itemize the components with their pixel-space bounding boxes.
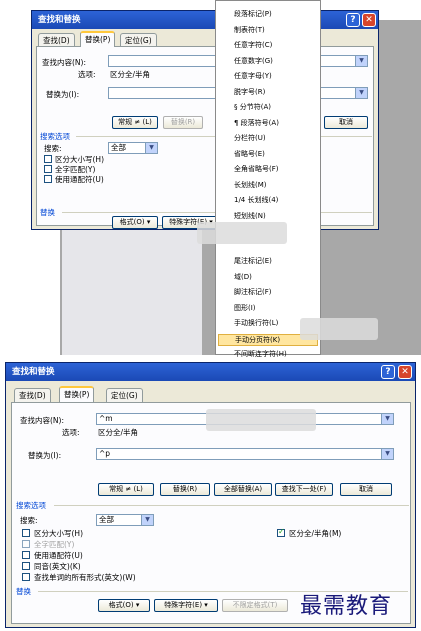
search-label: 搜索: — [44, 144, 62, 153]
special-button[interactable]: 特殊字符(E) ▾ — [154, 599, 218, 612]
options-value: 区分全/半角 — [110, 70, 151, 79]
find-replace-dialog-top: 查找和替换 ? ✕ 查找(D) 替换(P) 定位(G) 查找内容(N): ▼ 选… — [31, 10, 379, 230]
special-characters-menu: 段落标记(P) 制表符(T) 任意字符(C) 任意数字(G) 任意字母(Y) 脱字号(R)… — [215, 0, 321, 358]
format-button[interactable]: 格式(O) ▾ — [98, 599, 150, 612]
blurred-region — [197, 222, 287, 244]
less-button[interactable]: 常规 ≠ (L) — [112, 116, 158, 129]
case-checkbox[interactable] — [22, 529, 30, 537]
search-options-heading: 搜索选项 — [16, 501, 46, 510]
tab-find[interactable]: 查找(D) — [14, 388, 51, 402]
replace-label: 替换为(I): — [46, 90, 80, 99]
menu-item[interactable]: 分栏符(U) — [234, 133, 266, 143]
whole-word-checkbox[interactable] — [44, 165, 52, 173]
find-value: ^m — [99, 414, 113, 423]
search-select[interactable]: 全部 ▼ — [96, 514, 154, 526]
document-page — [62, 230, 202, 355]
replace-section-heading: 替换 — [16, 587, 31, 596]
menu-item[interactable]: 省略号(E) — [234, 149, 265, 159]
menu-item[interactable]: § 分节符(A) — [234, 102, 271, 112]
tab-goto[interactable]: 定位(G) — [106, 388, 143, 402]
find-label: 查找内容(N): — [42, 58, 86, 67]
blurred-region — [206, 409, 316, 431]
close-icon[interactable]: ✕ — [362, 13, 376, 27]
menu-item[interactable]: 脚注标记(F) — [234, 287, 272, 297]
search-select[interactable]: 全部 ▼ — [108, 142, 158, 154]
menu-item[interactable]: 任意字母(Y) — [234, 71, 272, 81]
search-label: 搜索: — [20, 516, 38, 525]
tab-find[interactable]: 查找(D) — [38, 33, 75, 47]
menu-item[interactable]: 长划线(M) — [234, 180, 267, 190]
less-button[interactable]: 常规 ≠ (L) — [98, 483, 154, 496]
case-checkbox[interactable] — [44, 155, 52, 163]
watermark: 最需教育 — [300, 594, 393, 619]
case-label: 区分大小写(H) — [34, 529, 83, 538]
all-forms-label: 查找单词的所有形式(英文)(W) — [34, 573, 136, 582]
wildcard-checkbox[interactable] — [22, 551, 30, 559]
search-value: 全部 — [99, 515, 114, 524]
all-forms-checkbox[interactable] — [22, 573, 30, 581]
replace-input[interactable]: ^p ▼ — [96, 448, 394, 460]
wildcard-label: 使用通配符(U) — [34, 551, 83, 560]
menu-item[interactable]: 域(D) — [234, 272, 252, 282]
chevron-down-icon[interactable]: ▼ — [355, 56, 367, 66]
chevron-down-icon[interactable]: ▼ — [145, 143, 157, 153]
menu-item[interactable]: 任意字符(C) — [234, 40, 272, 50]
menu-item[interactable]: 手动换行符(L) — [234, 318, 278, 328]
replace-label: 替换为(I): — [28, 451, 62, 460]
whole-word-checkbox[interactable] — [22, 540, 30, 548]
search-options-heading: 搜索选项 — [40, 132, 70, 141]
replace-value: ^p — [99, 449, 111, 458]
menu-item[interactable]: 不间断连字符(H) — [234, 349, 287, 359]
menu-item[interactable]: 图形(I) — [234, 303, 256, 313]
homophone-checkbox[interactable] — [22, 562, 30, 570]
menu-item[interactable]: ¶ 段落符号(A) — [234, 118, 279, 128]
tab-replace[interactable]: 替换(P) — [80, 31, 116, 47]
menu-item[interactable]: 短划线(N) — [234, 211, 266, 221]
find-next-button[interactable]: 查找下一处(F) — [275, 483, 333, 496]
options-label: 选项: — [62, 428, 80, 437]
menu-item[interactable]: 制表符(T) — [234, 25, 265, 35]
options-label: 选项: — [78, 70, 96, 79]
replace-button[interactable]: 替换(R) — [163, 116, 203, 129]
width-checkbox[interactable] — [277, 527, 285, 537]
find-label: 查找内容(N): — [20, 416, 64, 425]
wildcard-label: 使用通配符(U) — [55, 175, 104, 184]
cancel-button[interactable]: 取消 — [340, 483, 392, 496]
cancel-button[interactable]: 取消 — [324, 116, 368, 129]
tab-goto[interactable]: 定位(G) — [120, 33, 157, 47]
chevron-down-icon[interactable]: ▼ — [141, 515, 153, 525]
blurred-region — [300, 318, 378, 340]
replace-all-button[interactable]: 全部替换(A) — [214, 483, 272, 496]
menu-item[interactable]: 尾注标记(E) — [234, 256, 272, 266]
format-button[interactable]: 格式(O) ▾ — [112, 216, 158, 229]
menu-item[interactable]: 段落标记(P) — [234, 9, 272, 19]
whole-word-label: 全字匹配(Y) — [34, 540, 75, 549]
options-value: 区分全/半角 — [98, 428, 139, 437]
no-format-button[interactable]: 不限定格式(T) — [222, 599, 288, 612]
chevron-down-icon[interactable]: ▼ — [381, 414, 393, 424]
menu-item[interactable]: 脱字号(R) — [234, 87, 265, 97]
help-icon[interactable]: ? — [346, 13, 360, 27]
dialog-title: 查找和替换 — [32, 11, 378, 29]
replace-button[interactable]: 替换(R) — [160, 483, 210, 496]
close-icon[interactable]: ✕ — [398, 365, 412, 379]
search-value: 全部 — [111, 143, 126, 152]
top-screenshot: 查找和替换 ? ✕ 查找(D) 替换(P) 定位(G) 查找内容(N): ▼ 选… — [0, 0, 421, 358]
divider — [54, 505, 409, 506]
menu-item[interactable]: 任意数字(G) — [234, 56, 273, 66]
width-label: 区分全/半角(M) — [289, 529, 342, 538]
menu-item[interactable]: 1/4 长划线(4) — [234, 195, 278, 205]
wildcard-checkbox[interactable] — [44, 175, 52, 183]
chevron-down-icon[interactable]: ▼ — [355, 88, 367, 98]
help-icon[interactable]: ? — [381, 365, 395, 379]
dialog-title: 查找和替换 — [6, 363, 415, 381]
tab-replace[interactable]: 替换(P) — [59, 386, 95, 402]
menu-item[interactable]: 全角省略号(F) — [234, 164, 279, 174]
replace-section-heading: 替换 — [40, 208, 55, 217]
homophone-label: 同音(英文)(K) — [34, 562, 81, 571]
chevron-down-icon[interactable]: ▼ — [381, 449, 393, 459]
